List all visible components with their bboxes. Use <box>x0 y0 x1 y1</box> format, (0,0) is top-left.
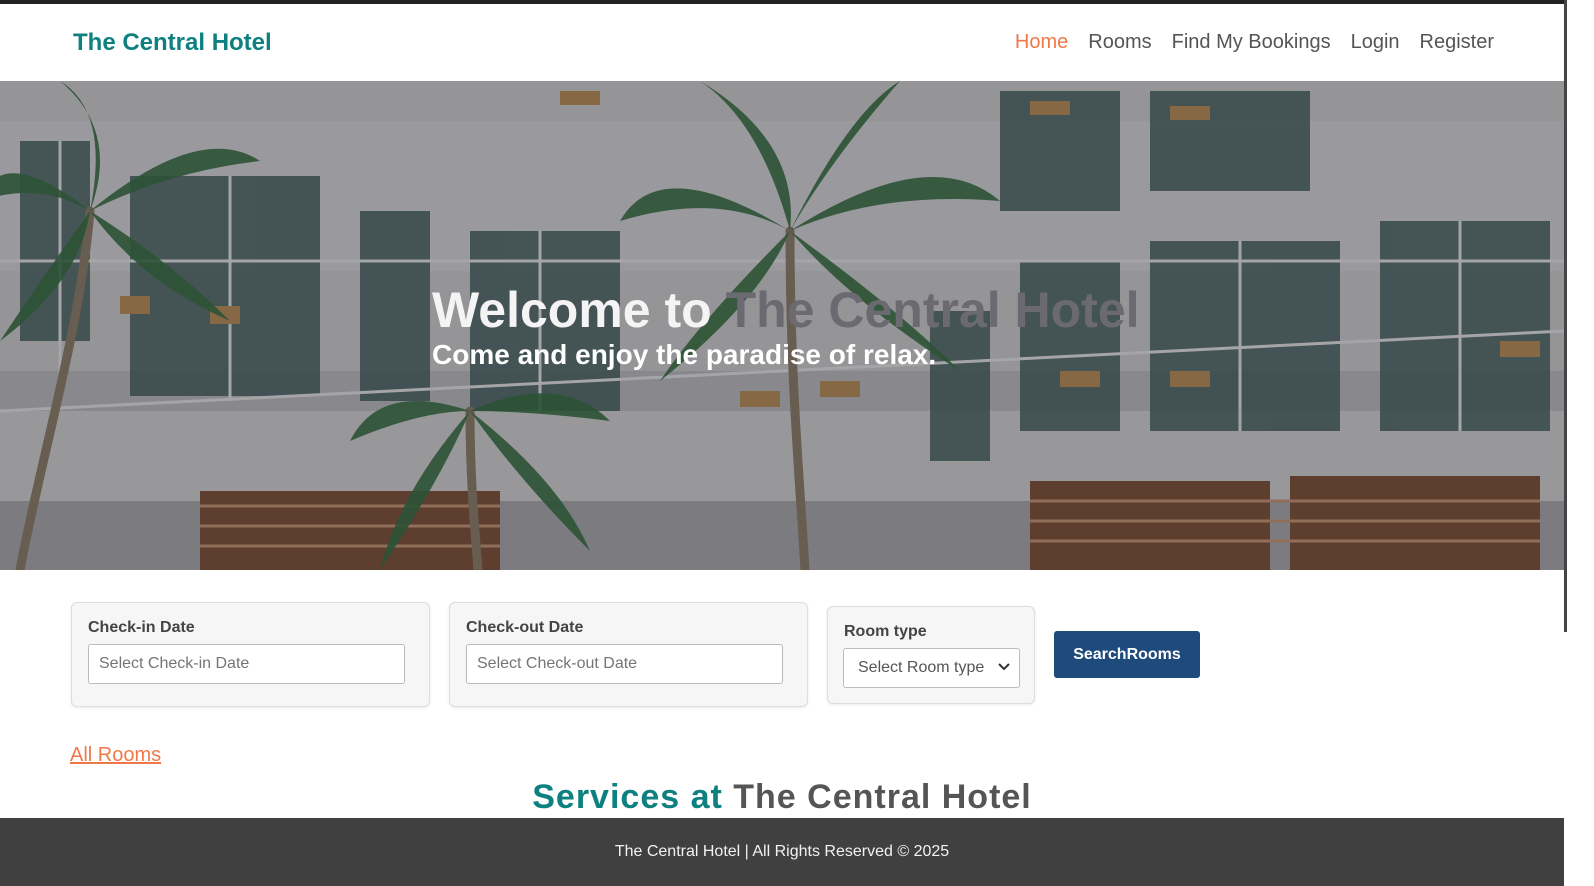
footer: The Central Hotel | All Rights Reserved … <box>0 818 1564 886</box>
footer-text: The Central Hotel | All Rights Reserved … <box>614 843 950 860</box>
hero-title-prefix: Welcome to <box>432 282 726 338</box>
nav-link-register[interactable]: Register <box>1420 31 1494 54</box>
brand-logo[interactable]: The Central Hotel <box>73 29 272 57</box>
nav-link-find-my-bookings[interactable]: Find My Bookings <box>1172 31 1331 54</box>
scrollbar-thumb[interactable] <box>1564 0 1567 632</box>
hero-title-highlight: The Central Hotel <box>725 282 1140 338</box>
checkin-card: Check-in Date <box>71 602 430 707</box>
services-title-highlight: The Central Hotel <box>733 778 1032 816</box>
services-title-prefix: Services at <box>532 778 734 816</box>
search-rooms-button[interactable]: SearchRooms <box>1054 631 1200 678</box>
chevron-down-icon <box>997 661 1011 675</box>
hero-subtitle: Come and enjoy the paradise of relax. <box>432 339 937 370</box>
roomtype-select[interactable]: Select Room type <box>843 648 1020 688</box>
hero-title: Welcome to The Central Hotel <box>432 281 1140 339</box>
roomtype-card: Room type Select Room type <box>827 606 1035 704</box>
nav-link-home[interactable]: Home <box>1015 31 1068 54</box>
checkout-label: Check-out Date <box>466 619 584 636</box>
search-section: Check-in Date Check-out Date Room type S… <box>0 570 1564 818</box>
hero-banner: Welcome to The Central Hotel Come and en… <box>0 81 1564 570</box>
services-title: Services at The Central Hotel <box>0 778 1564 817</box>
nav-link-rooms[interactable]: Rooms <box>1088 31 1151 54</box>
navbar: The Central Hotel Home Rooms Find My Boo… <box>0 4 1564 81</box>
all-rooms-link[interactable]: All Rooms <box>70 744 161 767</box>
roomtype-selected-value: Select Room type <box>858 659 985 676</box>
page-scrollbar[interactable] <box>1564 0 1594 886</box>
hero-text: Welcome to The Central Hotel Come and en… <box>432 281 1140 371</box>
nav-link-login[interactable]: Login <box>1351 31 1400 54</box>
checkout-input[interactable] <box>466 644 783 684</box>
checkout-card: Check-out Date <box>449 602 808 707</box>
checkin-input[interactable] <box>88 644 405 684</box>
nav-links: Home Rooms Find My Bookings Login Regist… <box>1015 31 1494 54</box>
roomtype-label: Room type <box>844 623 927 640</box>
checkin-label: Check-in Date <box>88 619 195 636</box>
